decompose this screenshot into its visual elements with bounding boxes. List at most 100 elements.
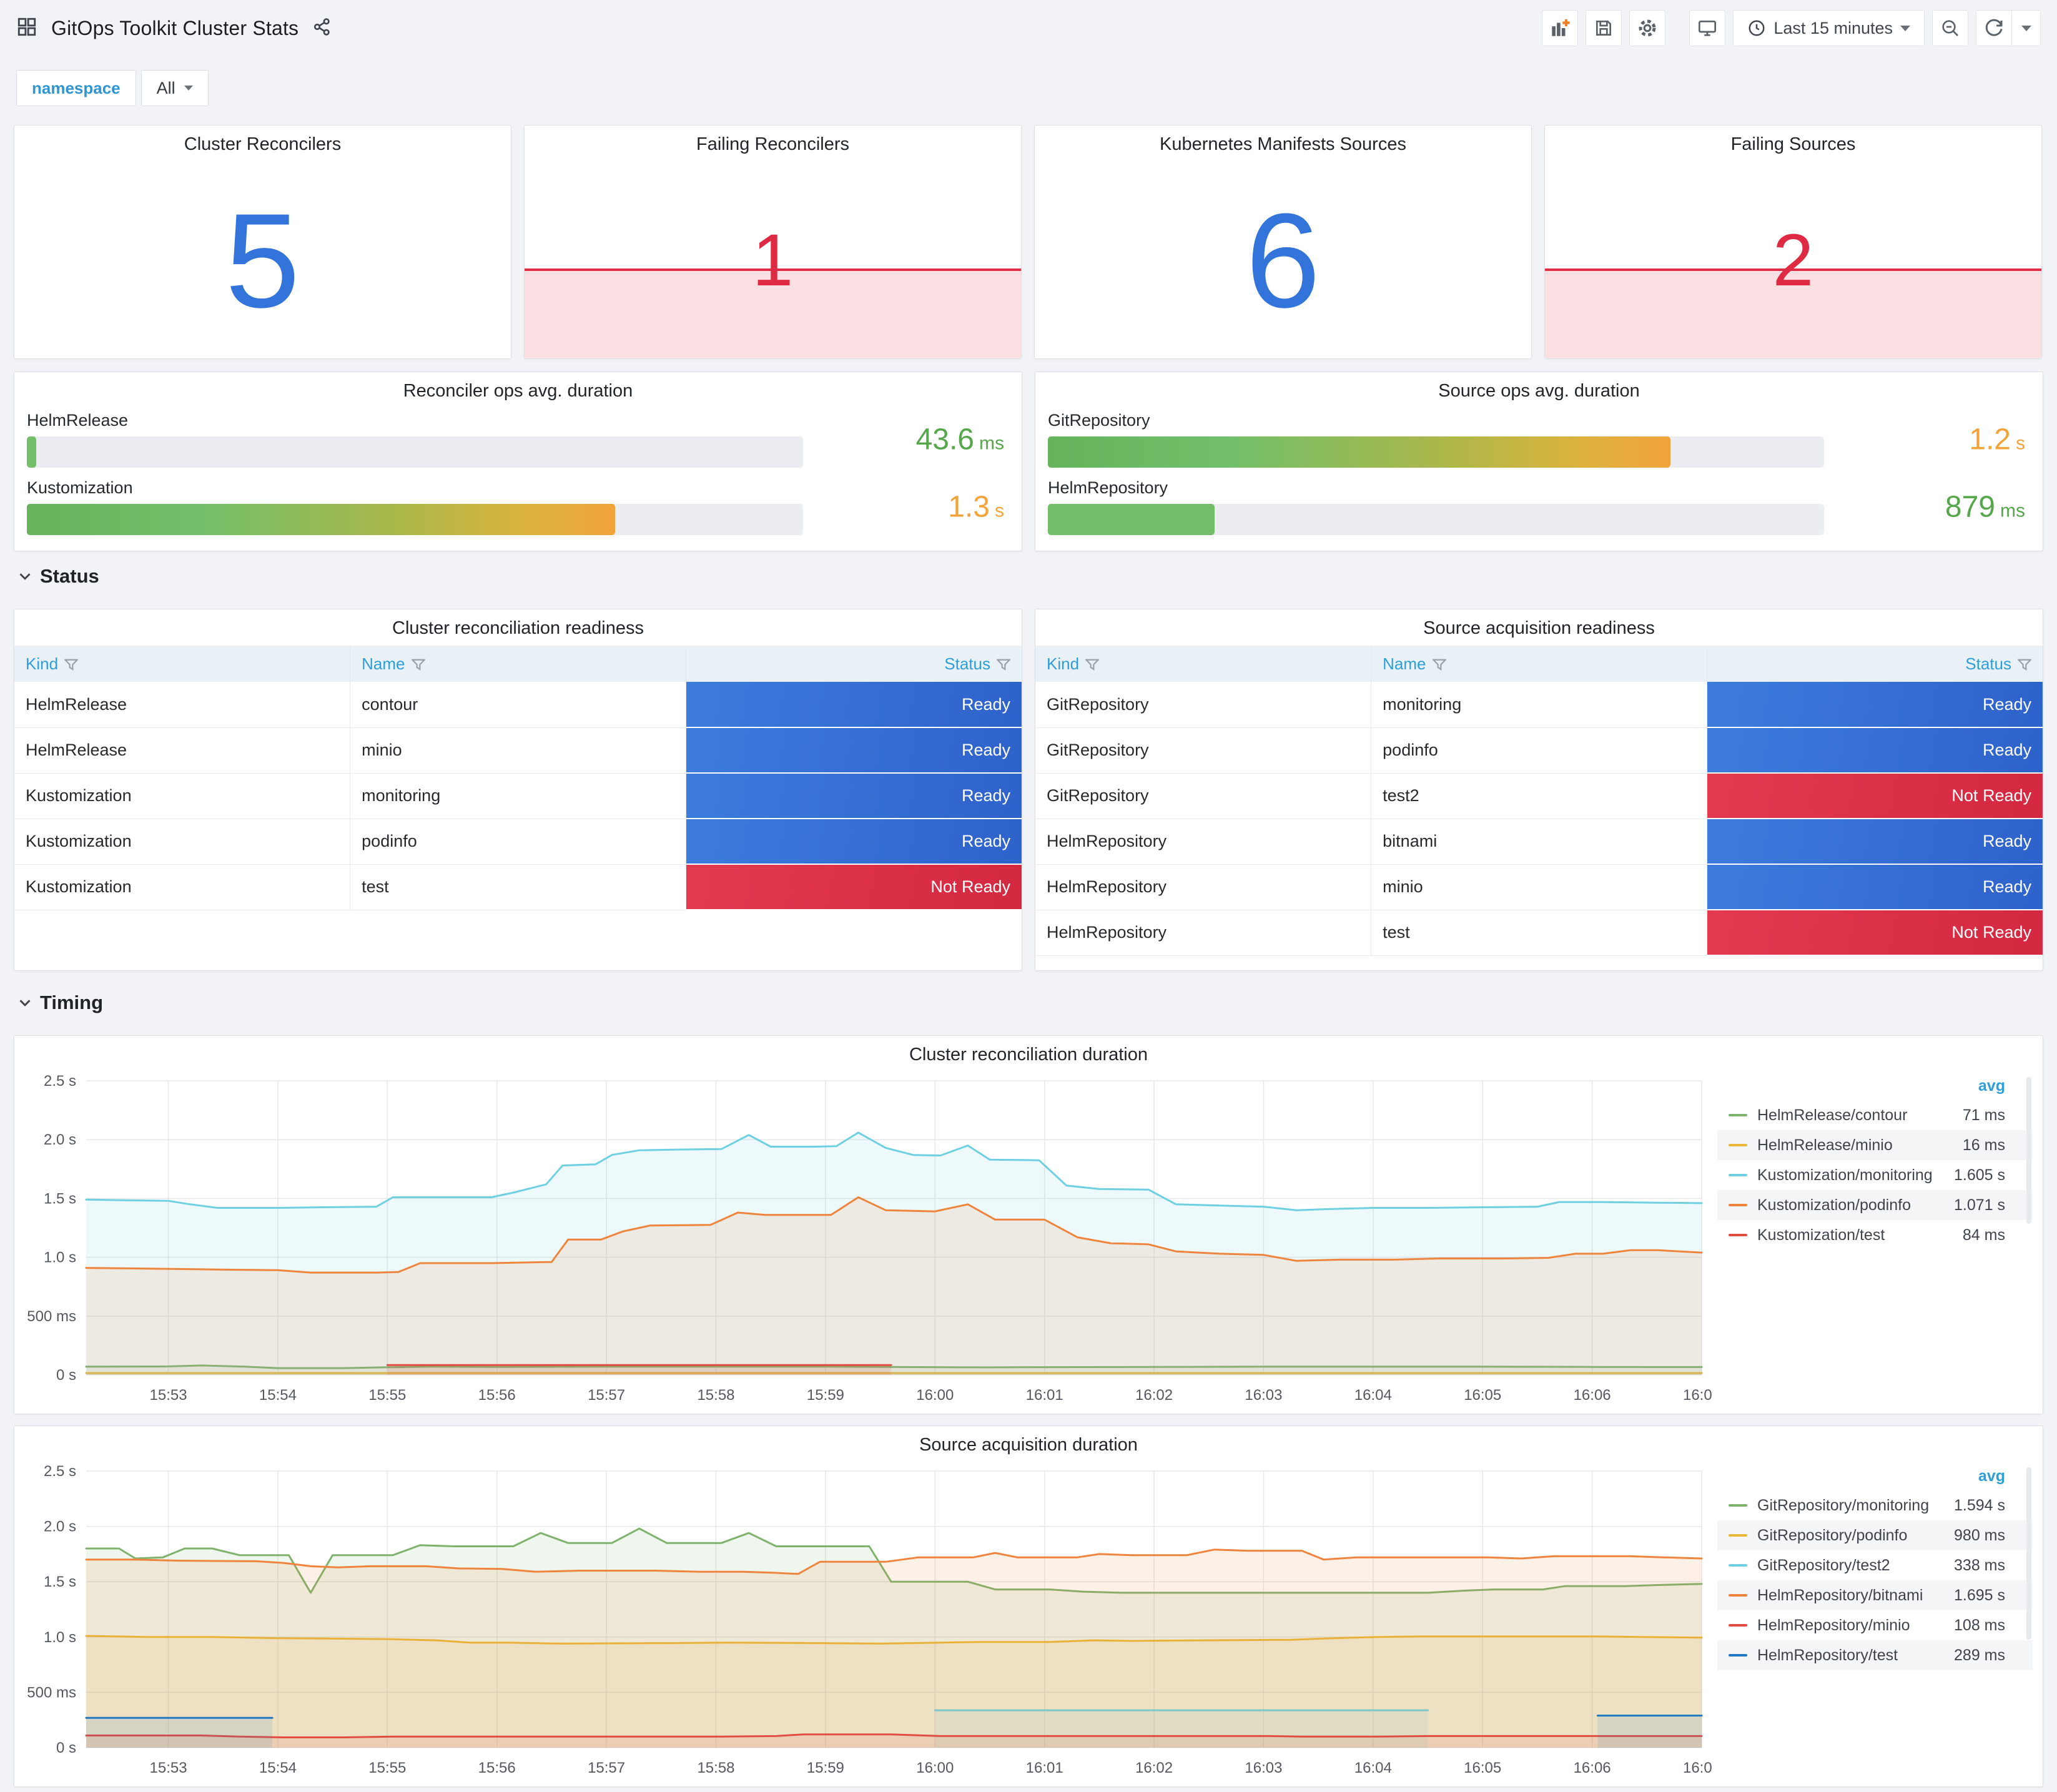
- refresh-button[interactable]: [1976, 10, 2012, 46]
- legend-series-name[interactable]: GitRepository/monitoring: [1757, 1497, 1954, 1515]
- add-panel-button[interactable]: [1542, 10, 1579, 46]
- series-color-swatch: [1729, 1114, 1747, 1116]
- legend-series-name[interactable]: HelmRelease/contour: [1757, 1106, 1963, 1125]
- name-cell: monitoring: [1371, 682, 1707, 728]
- legend-series-avg: 289 ms: [1954, 1646, 2005, 1664]
- name-cell: monitoring: [350, 773, 686, 819]
- legend-scrollbar[interactable]: [2026, 1077, 2031, 1224]
- panel-title[interactable]: Failing Sources: [1545, 134, 2041, 155]
- series-color-swatch: [1729, 1234, 1747, 1236]
- svg-text:16:03: 16:03: [1245, 1387, 1282, 1404]
- section-timing[interactable]: Timing: [19, 992, 103, 1014]
- table-row: HelmRepository minio Ready: [1035, 864, 2043, 910]
- panel-title[interactable]: Failing Reconcilers: [525, 134, 1021, 155]
- filter-icon[interactable]: [1431, 659, 1447, 671]
- time-range-picker[interactable]: Last 15 minutes: [1733, 10, 1925, 46]
- legend-series-name[interactable]: HelmRepository/bitnami: [1757, 1587, 1954, 1605]
- share-icon[interactable]: [312, 17, 332, 40]
- column-header-kind[interactable]: Kind: [1035, 646, 1372, 682]
- legend-avg-header[interactable]: avg: [1717, 1077, 2033, 1100]
- legend-series-avg: 980 ms: [1954, 1526, 2005, 1544]
- gauge-fill: [27, 504, 616, 535]
- legend-series-name[interactable]: GitRepository/podinfo: [1757, 1527, 1954, 1545]
- dashboard-grid-icon[interactable]: [16, 16, 37, 41]
- svg-text:16:00: 16:00: [916, 1760, 954, 1776]
- section-status[interactable]: Status: [19, 565, 99, 588]
- legend-scrollbar[interactable]: [2026, 1467, 2031, 1640]
- legend-row: HelmRepository/minio 108 ms: [1717, 1610, 2033, 1640]
- legend-series-name[interactable]: Kustomization/monitoring: [1757, 1166, 1954, 1184]
- chart-plot-area[interactable]: 0 s 500 ms 1.0 s 1.5 s 2.0 s 2.5 s 15:53 15:54 1…: [21, 1462, 1720, 1782]
- kind-cell: HelmRelease: [14, 682, 351, 728]
- filter-icon[interactable]: [2016, 659, 2033, 671]
- panel-title[interactable]: Kubernetes Manifests Sources: [1035, 134, 1531, 155]
- legend-row: GitRepository/monitoring 1.594 s: [1717, 1490, 2033, 1520]
- chart-legend: avg HelmRelease/contour 71 ms HelmRelease/m…: [1717, 1077, 2033, 1250]
- refresh-interval-dropdown[interactable]: [2012, 10, 2041, 46]
- svg-text:15:57: 15:57: [588, 1760, 625, 1776]
- panel-title[interactable]: Source ops avg. duration: [1035, 381, 2043, 401]
- filter-icon[interactable]: [410, 659, 426, 671]
- column-header-name[interactable]: Name: [350, 646, 686, 682]
- series-color-swatch: [1729, 1534, 1747, 1537]
- legend-avg-header[interactable]: avg: [1717, 1467, 2033, 1490]
- column-header-status[interactable]: Status: [686, 646, 1022, 682]
- column-header-kind[interactable]: Kind: [14, 646, 351, 682]
- status-cell: Ready: [686, 773, 1022, 819]
- gauge-value: 1.2 s: [1969, 423, 2025, 456]
- panel-title[interactable]: Cluster reconciliation duration: [14, 1045, 2043, 1065]
- table-row: HelmRepository test Not Ready: [1035, 910, 2043, 956]
- legend-series-name[interactable]: GitRepository/test2: [1757, 1557, 1954, 1575]
- panel-title[interactable]: Source acquisition duration: [14, 1435, 2043, 1455]
- chevron-down-icon: [19, 1000, 31, 1007]
- legend-series-name[interactable]: HelmRepository/test: [1757, 1647, 1954, 1665]
- kind-cell: GitRepository: [1035, 727, 1372, 774]
- name-cell: test: [1371, 910, 1707, 956]
- timeseries-panel-cluster-reconciliation: Cluster reconciliation duration 0 s 500 m…: [14, 1035, 2043, 1414]
- stat-value: 2: [1772, 219, 1814, 302]
- filter-icon[interactable]: [1084, 659, 1100, 671]
- chevron-down-icon: [1900, 25, 1910, 31]
- time-series-plot[interactable]: 0 s 500 ms 1.0 s 1.5 s 2.0 s 2.5 s 15:53 15:54 1…: [21, 1462, 1720, 1782]
- variables-bar: namespace All: [16, 70, 209, 106]
- time-range-label: Last 15 minutes: [1773, 18, 1893, 37]
- variable-namespace-picker[interactable]: All: [141, 70, 209, 106]
- column-header-name[interactable]: Name: [1371, 646, 1707, 682]
- gauge-value: 43.6 ms: [915, 423, 1004, 456]
- legend-series-name[interactable]: Kustomization/test: [1757, 1226, 1963, 1244]
- gauge-track: [27, 436, 803, 468]
- gauge-track: [27, 504, 803, 535]
- panel-title[interactable]: Reconciler ops avg. duration: [14, 381, 1022, 401]
- readiness-table: Kind Name Status GitRepository monitoring…: [1035, 646, 2043, 956]
- status-cell: Ready: [686, 682, 1022, 728]
- status-cell: Ready: [686, 727, 1022, 774]
- clock-icon: [1749, 20, 1765, 36]
- legend-series-name[interactable]: Kustomization/podinfo: [1757, 1196, 1954, 1214]
- zoom-out-time-button[interactable]: [1932, 10, 1968, 46]
- chevron-down-icon: [184, 86, 193, 91]
- time-series-plot[interactable]: 0 s 500 ms 1.0 s 1.5 s 2.0 s 2.5 s 15:53 15:54 1…: [21, 1072, 1720, 1409]
- dashboard-settings-button[interactable]: [1629, 10, 1666, 46]
- svg-text:2.5 s: 2.5 s: [44, 1463, 76, 1480]
- chevron-down-icon: [2021, 25, 2031, 31]
- gauge-label: HelmRelease: [27, 411, 129, 430]
- filter-icon[interactable]: [63, 659, 79, 671]
- save-dashboard-button[interactable]: [1586, 10, 1622, 46]
- legend-series-avg: 338 ms: [1954, 1556, 2005, 1574]
- svg-text:16:02: 16:02: [1135, 1387, 1173, 1404]
- panel-title[interactable]: Source acquisition readiness: [1035, 618, 2043, 639]
- legend-series-name[interactable]: HelmRepository/minio: [1757, 1617, 1954, 1635]
- kind-cell: Kustomization: [14, 864, 351, 910]
- chart-plot-area[interactable]: 0 s 500 ms 1.0 s 1.5 s 2.0 s 2.5 s 15:53 15:54 1…: [21, 1072, 1720, 1409]
- legend-series-name[interactable]: HelmRelease/minio: [1757, 1136, 1963, 1154]
- name-cell: test2: [1371, 773, 1707, 819]
- status-cell: Ready: [1707, 727, 2043, 774]
- legend-series-avg: 1.594 s: [1953, 1496, 2005, 1514]
- panel-title[interactable]: Cluster reconciliation readiness: [14, 618, 1022, 639]
- svg-text:15:54: 15:54: [259, 1760, 297, 1776]
- panel-title[interactable]: Cluster Reconcilers: [14, 134, 511, 155]
- tv-mode-button[interactable]: [1689, 10, 1726, 46]
- filter-icon[interactable]: [995, 659, 1012, 671]
- column-header-status[interactable]: Status: [1707, 646, 2043, 682]
- dashboard-header: GitOps Toolkit Cluster Stats Last 15 min…: [0, 0, 2057, 56]
